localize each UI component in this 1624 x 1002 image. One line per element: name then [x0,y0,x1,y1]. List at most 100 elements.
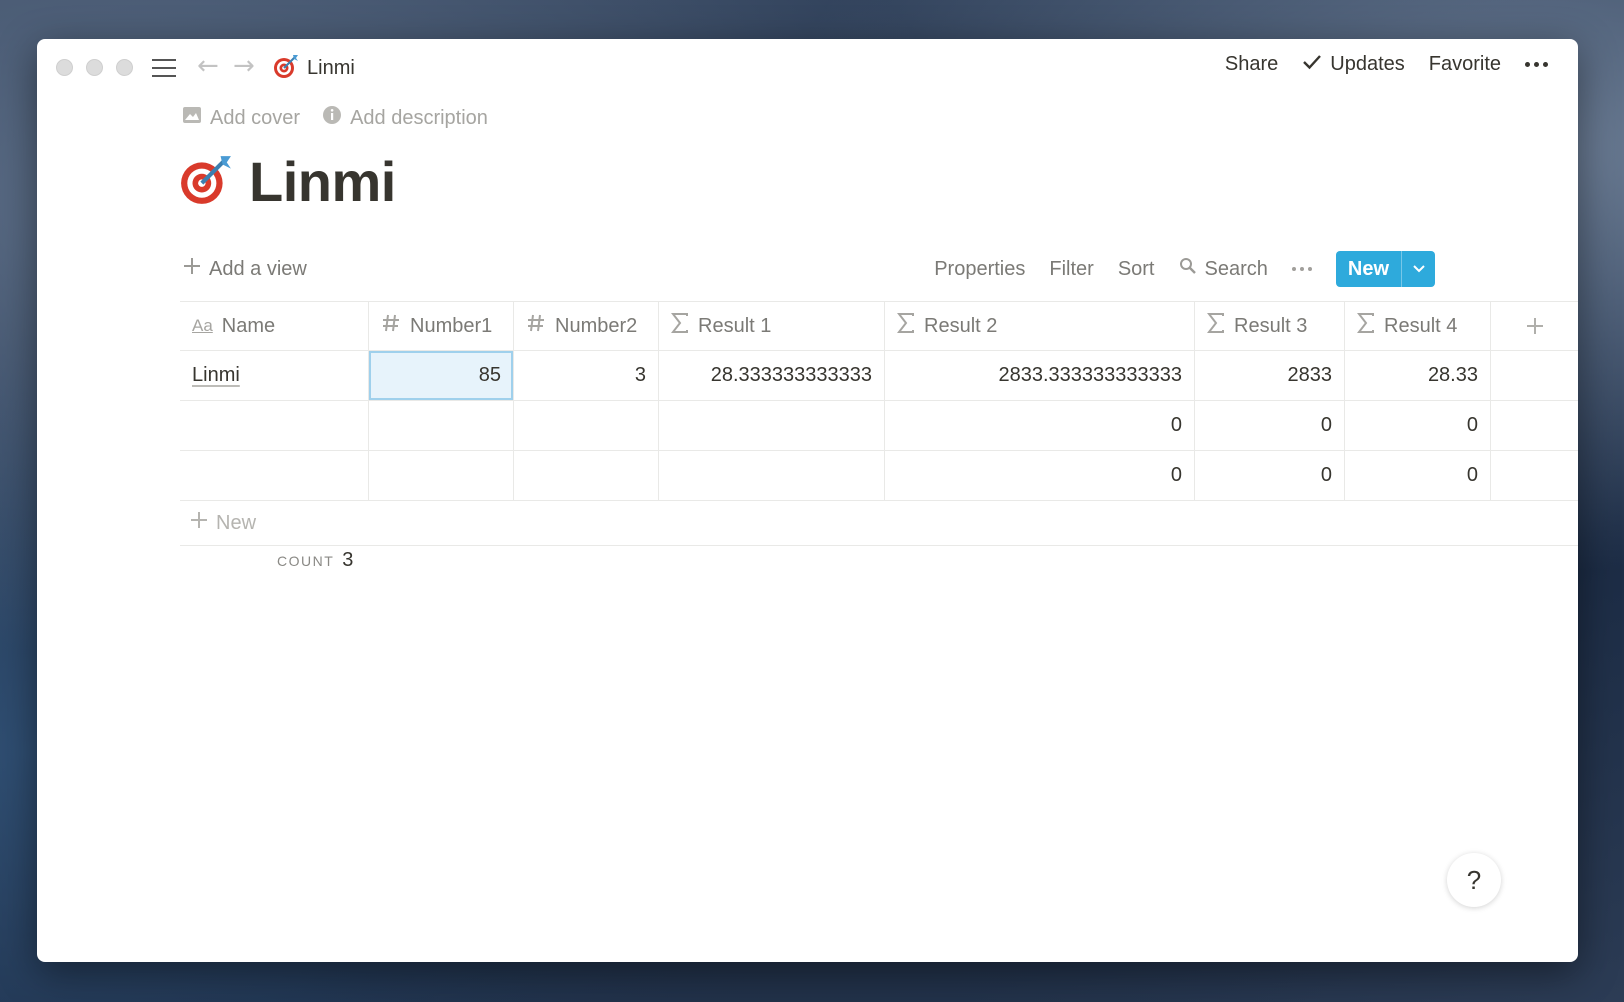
search-label: Search [1204,257,1268,280]
result3-cell[interactable]: 0 [1195,451,1345,500]
back-arrow-icon[interactable]: ← [197,53,219,79]
result2-cell[interactable]: 0 [885,401,1195,450]
hash-icon [526,313,546,339]
result2-cell[interactable]: 2833.333333333333 [885,351,1195,400]
page-header: Linmi [179,149,396,214]
forward-arrow-icon[interactable]: → [233,53,255,79]
result4-cell[interactable]: 0 [1345,451,1491,500]
window-close-button[interactable] [56,59,73,76]
add-row-button[interactable]: New [180,500,1578,546]
empty-cell [1491,401,1578,450]
sigma-icon [1206,313,1225,339]
table-row[interactable]: 0 0 0 [180,450,1578,500]
window-minimize-button[interactable] [86,59,103,76]
add-view-button[interactable]: Add a view [183,257,307,281]
empty-cell [1491,451,1578,500]
target-icon [273,53,299,84]
result2-cell[interactable]: 0 [885,451,1195,500]
number1-cell[interactable] [369,401,514,450]
search-button[interactable]: Search [1179,257,1268,281]
empty-cell [1491,351,1578,400]
column-header-name[interactable]: Aa Name [180,302,369,350]
check-icon [1302,53,1322,76]
properties-button[interactable]: Properties [934,258,1025,281]
result3-cell[interactable]: 2833 [1195,351,1345,400]
text-icon: Aa [192,316,213,335]
name-cell[interactable] [180,401,369,450]
view-toolbar: Properties Filter Sort Search New [934,251,1435,287]
filter-button[interactable]: Filter [1049,258,1093,281]
column-header-result1[interactable]: Result 1 [659,302,885,350]
table-row[interactable]: Linmi 85 3 28.333333333333 2833.33333333… [180,350,1578,400]
number2-cell[interactable] [514,451,659,500]
page-meta-actions: Add cover Add description [182,105,488,131]
breadcrumb[interactable]: Linmi [273,53,355,84]
add-description-label: Add description [350,106,488,129]
number2-cell[interactable] [514,401,659,450]
column-label: Result 3 [1234,314,1308,337]
result1-cell[interactable]: 28.333333333333 [659,351,885,400]
result3-cell[interactable]: 0 [1195,401,1345,450]
result4-cell[interactable]: 0 [1345,401,1491,450]
count-value: 3 [342,549,354,571]
result4-cell[interactable]: 28.33 [1345,351,1491,400]
add-description-button[interactable]: Add description [322,105,488,131]
sort-button[interactable]: Sort [1118,258,1155,281]
sidebar-toggle-icon[interactable] [152,57,178,79]
row-title-link[interactable]: Linmi [192,364,240,387]
image-icon [182,105,202,131]
sigma-icon [1356,313,1375,339]
window-maximize-button[interactable] [116,59,133,76]
page-title[interactable]: Linmi [249,149,396,214]
result1-cell[interactable] [659,451,885,500]
add-cover-label: Add cover [210,106,301,129]
name-cell[interactable] [180,451,369,500]
column-header-result2[interactable]: Result 2 [885,302,1195,350]
column-header-result4[interactable]: Result 4 [1345,302,1491,350]
sigma-icon [670,313,689,339]
more-options-icon[interactable] [1525,58,1548,71]
hash-icon [381,313,401,339]
help-button[interactable]: ? [1447,853,1501,907]
add-cover-button[interactable]: Add cover [182,105,300,131]
result1-cell[interactable] [659,401,885,450]
share-button[interactable]: Share [1225,53,1278,76]
column-header-number1[interactable]: Number1 [369,302,514,350]
favorite-button[interactable]: Favorite [1429,53,1501,76]
plus-icon [190,511,208,535]
target-icon[interactable] [179,152,233,211]
top-actions: Share Updates Favorite [1225,53,1548,76]
table-header-row: Aa Name Number1 Number2 Result 1 Result … [180,301,1578,350]
column-label: Number1 [410,314,493,337]
add-view-label: Add a view [209,257,307,280]
add-column-icon[interactable] [1491,302,1578,350]
search-icon [1179,257,1197,281]
plus-icon [183,257,201,281]
column-header-result3[interactable]: Result 3 [1195,302,1345,350]
add-row-label: New [216,511,257,534]
database-table: Aa Name Number1 Number2 Result 1 Result … [180,301,1578,546]
number1-cell[interactable] [369,451,514,500]
sigma-icon [896,313,915,339]
name-cell[interactable]: Linmi [180,351,369,400]
column-label: Number2 [555,314,638,337]
number2-cell[interactable]: 3 [514,351,659,400]
title-bar: ← → Linmi Share Updates Favorite [37,39,1578,95]
chevron-down-icon[interactable] [1401,251,1435,287]
updates-label: Updates [1330,53,1405,75]
count-summary[interactable]: COUNT 3 [277,549,353,572]
updates-button[interactable]: Updates [1302,53,1405,76]
new-button-label[interactable]: New [1336,251,1401,287]
view-more-icon[interactable] [1291,267,1312,271]
count-label: COUNT [277,553,335,569]
column-label: Result 2 [924,314,998,337]
number1-cell[interactable]: 85 [369,351,514,400]
column-header-number2[interactable]: Number2 [514,302,659,350]
new-record-button[interactable]: New [1335,251,1435,287]
app-window: ← → Linmi Share Updates Favorite Add cov… [37,39,1578,962]
column-label: Name [221,314,276,337]
column-label: Result 4 [1384,314,1458,337]
breadcrumb-title: Linmi [307,57,355,79]
column-label: Result 1 [698,314,772,337]
table-row[interactable]: 0 0 0 [180,400,1578,450]
